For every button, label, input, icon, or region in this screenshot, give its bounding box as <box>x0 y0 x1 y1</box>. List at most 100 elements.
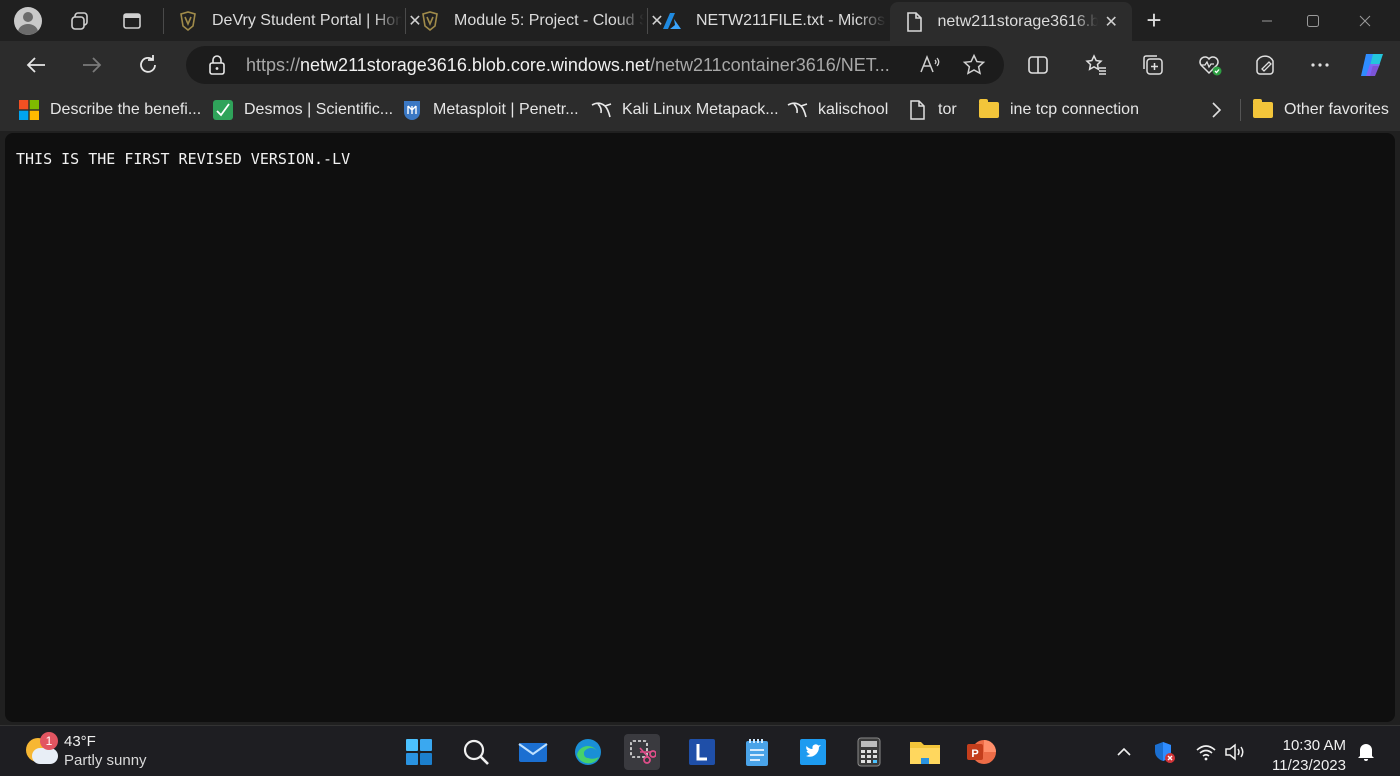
edge-logo-icon <box>575 739 601 765</box>
bell-icon <box>1358 744 1374 761</box>
other-favorites-folder[interactable]: Other favorites <box>1252 97 1389 123</box>
favorite-label: Describe the benefi... <box>50 101 202 118</box>
close-window-button[interactable] <box>1342 0 1388 41</box>
tab-title: DeVry Student Portal | Home <box>212 11 402 29</box>
close-icon[interactable]: ✕ <box>1102 12 1120 32</box>
notifications-button[interactable] <box>1354 740 1378 764</box>
favorite-item[interactable]: Kali Linux Metapack... <box>590 97 779 123</box>
tab-title: netw211storage3616.blob.core.windows.net <box>937 12 1099 30</box>
collections-button[interactable] <box>1136 49 1170 81</box>
close-icon <box>1359 15 1371 26</box>
url-scheme: https:// <box>246 54 301 75</box>
favorites-button[interactable] <box>1079 49 1113 81</box>
favorite-item[interactable]: Metasploit | Penetr... <box>401 97 579 123</box>
taskbar-app-l[interactable] <box>684 734 720 770</box>
taskbar-notepad[interactable] <box>739 734 775 770</box>
show-hidden-icons-button[interactable] <box>1112 740 1136 764</box>
more-favorites-button[interactable] <box>1206 97 1226 123</box>
tab-azure-file[interactable]: NETW211FILE.txt - Microsoft Azure ✕ <box>648 0 920 41</box>
favorite-label: Metasploit | Penetr... <box>433 101 579 118</box>
collections-icon <box>1143 55 1163 75</box>
maximize-button[interactable] <box>1290 0 1336 41</box>
windows-taskbar: 1 43°F Partly sunny P 10:30 AM 11/23/202… <box>0 725 1400 776</box>
tab-blob-storage[interactable]: netw211storage3616.blob.core.windows.net… <box>890 2 1132 41</box>
favorite-item[interactable]: tor <box>906 97 957 123</box>
document-icon <box>904 11 924 32</box>
desmos-icon <box>212 99 234 121</box>
favorite-item[interactable]: Describe the benefi... <box>18 97 201 123</box>
forward-arrow-icon <box>83 57 102 73</box>
taskbar-calculator[interactable] <box>851 734 887 770</box>
notepad-icon <box>746 739 768 766</box>
favorite-label: kalischool <box>818 101 889 118</box>
favorite-item[interactable]: kalischool <box>786 97 888 123</box>
restore-icon <box>1307 14 1319 27</box>
minimize-button[interactable] <box>1244 0 1290 41</box>
weather-widget[interactable]: 1 43°F Partly sunny <box>24 732 147 770</box>
workspaces-icon <box>71 12 88 30</box>
wifi-icon <box>1196 745 1216 761</box>
address-bar[interactable]: https://netw211storage3616.blob.core.win… <box>186 46 1004 84</box>
tab-module5-project[interactable]: Module 5: Project - Cloud Storage ✕ <box>406 0 678 41</box>
powerpoint-icon: P <box>967 740 996 764</box>
favorite-label: Kali Linux Metapack... <box>622 101 779 118</box>
plain-text-content: THIS IS THE FIRST REVISED VERSION.-LV <box>16 150 351 168</box>
read-aloud-icon[interactable] <box>918 53 942 82</box>
weather-temperature: 43°F <box>64 733 96 750</box>
new-tab-button[interactable]: + <box>1138 4 1170 36</box>
favorite-label: Other favorites <box>1284 101 1389 118</box>
tab-devry-portal[interactable]: DeVry Student Portal | Home ✕ <box>164 0 436 41</box>
browser-toolbar: https://netw211storage3616.blob.core.win… <box>0 41 1400 89</box>
workspaces-button[interactable] <box>60 5 100 37</box>
favorite-folder[interactable]: ine tcp connection <box>978 97 1139 123</box>
browser-essentials-button[interactable] <box>1193 49 1227 81</box>
favorite-item[interactable]: Desmos | Scientific... <box>212 97 393 123</box>
favorite-label: ine tcp connection <box>1010 101 1139 118</box>
snipping-tool-icon <box>630 740 656 764</box>
windows-security-tray[interactable] <box>1152 740 1176 764</box>
refresh-button[interactable] <box>130 49 166 81</box>
page-viewport[interactable]: THIS IS THE FIRST REVISED VERSION.-LV <box>5 133 1395 722</box>
start-button[interactable] <box>401 734 437 770</box>
forward-button[interactable] <box>74 49 110 81</box>
search-button[interactable] <box>458 734 494 770</box>
taskbar-mail[interactable] <box>515 734 551 770</box>
l-app-icon <box>689 739 715 765</box>
back-arrow-icon <box>26 57 45 73</box>
url-text[interactable]: https://netw211storage3616.blob.core.win… <box>246 55 896 76</box>
favorites-bar: Describe the benefi... Desmos | Scientif… <box>0 89 1400 131</box>
url-path: /netw211container3616/NET... <box>649 54 890 75</box>
performance-button[interactable] <box>1248 49 1282 81</box>
taskbar-edge[interactable] <box>570 734 606 770</box>
favorites-separator <box>1240 99 1241 121</box>
taskbar-snipping-tool[interactable] <box>624 734 660 770</box>
taskbar-twitter[interactable] <box>795 734 831 770</box>
profile-avatar[interactable] <box>14 6 42 35</box>
favorite-label: tor <box>938 101 957 118</box>
taskbar-clock[interactable]: 10:30 AM 11/23/2023 <box>1262 736 1346 776</box>
favorite-star-icon[interactable] <box>962 53 986 82</box>
search-icon <box>463 739 489 765</box>
tab-actions-button[interactable] <box>112 5 152 37</box>
heart-pulse-icon <box>1199 56 1222 76</box>
microsoft-logo-icon <box>18 99 40 121</box>
tab-strip: DeVry Student Portal | Home ✕ Module 5: … <box>0 0 1400 41</box>
notification-badge: 1 <box>40 732 58 750</box>
volume-tray[interactable] <box>1224 740 1248 764</box>
settings-more-button[interactable] <box>1303 49 1337 81</box>
split-screen-button[interactable] <box>1021 49 1055 81</box>
split-screen-icon <box>1028 56 1048 74</box>
copilot-button[interactable] <box>1355 49 1389 81</box>
back-button[interactable] <box>18 49 54 81</box>
minimize-icon <box>1262 20 1272 21</box>
favorites-list-icon <box>1085 54 1106 75</box>
lock-icon[interactable] <box>206 55 228 75</box>
taskbar-file-explorer[interactable] <box>907 734 943 770</box>
wifi-tray[interactable] <box>1194 740 1218 764</box>
folder-icon <box>978 99 1000 121</box>
tab-title: NETW211FILE.txt - Microsoft Azure <box>696 11 886 29</box>
taskbar-powerpoint[interactable]: P <box>963 734 999 770</box>
windows-logo-icon <box>406 739 432 765</box>
devry-shield-icon <box>178 10 198 31</box>
gauge-pen-icon <box>1256 55 1274 75</box>
